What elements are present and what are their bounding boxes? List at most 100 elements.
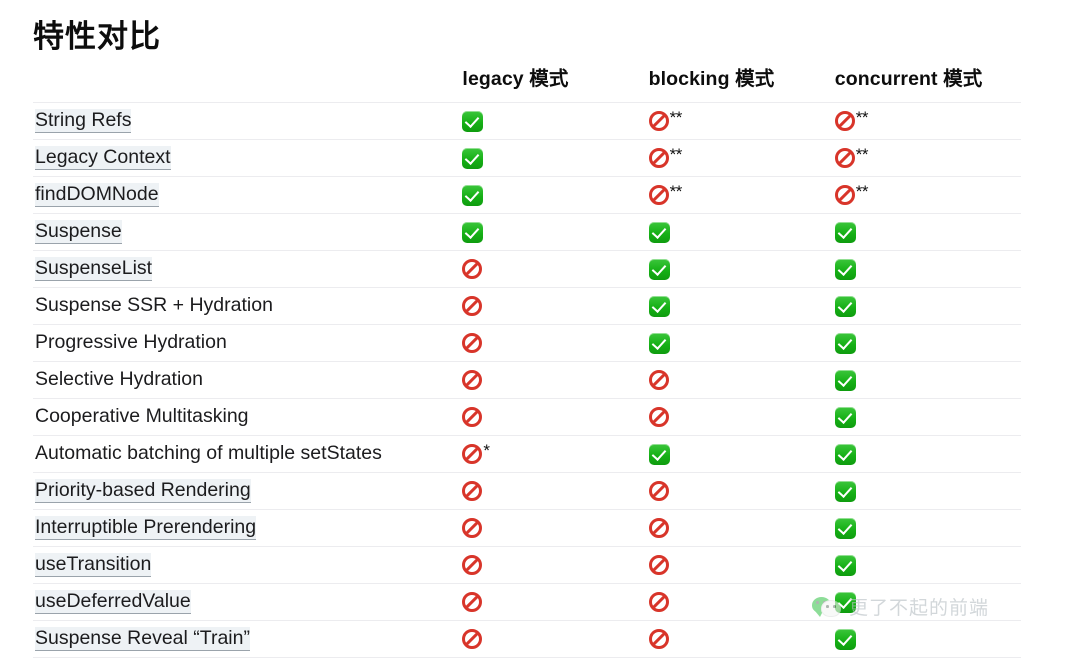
prohibited-icon	[648, 629, 669, 650]
status-cell-blocking	[648, 362, 835, 399]
status-cell-legacy	[462, 325, 648, 362]
status-cell-blocking	[648, 547, 835, 584]
prohibited-icon	[462, 592, 483, 613]
prohibited-icon	[648, 592, 669, 613]
feature-name-cell: String Refs	[33, 103, 462, 140]
status-cell-legacy	[462, 584, 648, 621]
prohibited-icon	[462, 629, 483, 650]
green-check-icon	[834, 369, 856, 391]
feature-name-cell: findDOMNode	[33, 177, 462, 214]
feature-name-cell: SuspenseList	[33, 251, 462, 288]
table-row: Suspense	[33, 213, 1021, 251]
table-row: Suspense SSR + Hydration	[33, 287, 1021, 325]
status-cell-blocking	[648, 584, 835, 621]
green-check-icon	[648, 295, 670, 317]
prohibited-icon	[648, 111, 669, 132]
feature-link[interactable]: SuspenseList	[35, 257, 153, 282]
green-check-icon	[462, 184, 484, 206]
status-cell-concurrent	[834, 584, 1021, 621]
status-cell-blocking: **	[648, 103, 835, 140]
green-check-icon	[834, 406, 856, 428]
status-cell-legacy	[462, 140, 648, 177]
footnote-marker: **	[855, 182, 869, 202]
feature-label: Suspense SSR + Hydration	[35, 294, 273, 317]
prohibited-icon	[834, 185, 855, 206]
feature-link[interactable]: Suspense	[35, 220, 122, 245]
prohibited-icon	[834, 111, 855, 132]
table-row: Legacy Context ** **	[33, 139, 1021, 177]
table-row: Selective Hydration	[33, 361, 1021, 399]
footnote-marker: **	[855, 108, 869, 128]
status-cell-concurrent	[834, 547, 1021, 584]
status-cell-blocking	[648, 251, 835, 288]
feature-link[interactable]: findDOMNode	[35, 183, 159, 208]
feature-name-cell: useTransition	[33, 547, 462, 584]
status-cell-legacy: *	[462, 436, 648, 473]
prohibited-icon	[462, 370, 483, 391]
prohibited-icon	[462, 444, 483, 465]
table-row: Interruptible Prerendering	[33, 509, 1021, 547]
prohibited-icon	[462, 296, 483, 317]
status-cell-blocking	[648, 399, 835, 436]
prohibited-icon	[462, 518, 483, 539]
green-check-icon	[648, 332, 670, 354]
prohibited-icon	[648, 148, 669, 169]
footnote-marker: *	[483, 441, 490, 461]
status-cell-concurrent	[834, 362, 1021, 399]
status-cell-legacy	[462, 621, 648, 658]
status-cell-legacy	[462, 251, 648, 288]
status-cell-concurrent	[834, 436, 1021, 473]
prohibited-icon	[462, 333, 483, 354]
feature-link[interactable]: Interruptible Prerendering	[35, 516, 257, 541]
status-cell-blocking	[648, 288, 835, 325]
feature-link[interactable]: useTransition	[35, 553, 152, 578]
green-check-icon	[834, 480, 856, 502]
green-check-icon	[834, 295, 856, 317]
table-row: String Refs ** **	[33, 102, 1021, 140]
status-cell-concurrent	[834, 251, 1021, 288]
status-cell-concurrent	[834, 325, 1021, 362]
feature-link[interactable]: useDeferredValue	[35, 590, 191, 615]
green-check-icon	[462, 147, 484, 169]
status-cell-concurrent	[834, 621, 1021, 658]
feature-name-cell: Progressive Hydration	[33, 325, 462, 362]
feature-comparison-table: legacy 模式 blocking 模式 concurrent 模式 Stri…	[33, 62, 1021, 658]
column-header-concurrent: concurrent 模式	[834, 68, 983, 90]
status-cell-legacy	[462, 473, 648, 510]
feature-name-cell: Interruptible Prerendering	[33, 510, 462, 547]
page-title: 特性对比	[33, 19, 161, 54]
feature-name-cell: Selective Hydration	[33, 362, 462, 399]
column-header-blocking: blocking 模式	[648, 68, 775, 90]
feature-link[interactable]: Suspense Reveal “Train”	[35, 627, 250, 652]
green-check-icon	[462, 110, 484, 132]
feature-name-cell: useDeferredValue	[33, 584, 462, 621]
status-cell-blocking: **	[648, 177, 835, 214]
status-cell-concurrent	[834, 399, 1021, 436]
green-check-icon	[648, 221, 670, 243]
feature-name-cell: Suspense Reveal “Train”	[33, 621, 462, 658]
table-row: Progressive Hydration	[33, 324, 1021, 362]
green-check-icon	[834, 628, 856, 650]
feature-name-cell: Priority-based Rendering	[33, 473, 462, 510]
status-cell-blocking: **	[648, 140, 835, 177]
table-row: findDOMNode ** **	[33, 176, 1021, 214]
feature-name-cell: Suspense SSR + Hydration	[33, 288, 462, 325]
feature-link[interactable]: Priority-based Rendering	[35, 479, 251, 504]
status-cell-blocking	[648, 436, 835, 473]
status-cell-blocking	[648, 214, 835, 251]
prohibited-icon	[834, 148, 855, 169]
feature-link[interactable]: String Refs	[35, 109, 132, 134]
feature-label: Progressive Hydration	[35, 331, 227, 354]
table-row: useTransition	[33, 546, 1021, 584]
status-cell-blocking	[648, 325, 835, 362]
footnote-marker: **	[855, 145, 869, 165]
status-cell-concurrent	[834, 510, 1021, 547]
table-row: Cooperative Multitasking	[33, 398, 1021, 436]
column-header-feature	[33, 62, 462, 103]
green-check-icon	[462, 221, 484, 243]
feature-link[interactable]: Legacy Context	[35, 146, 171, 171]
footnote-marker: **	[669, 182, 683, 202]
green-check-icon	[834, 591, 856, 613]
prohibited-icon	[648, 185, 669, 206]
status-cell-concurrent	[834, 288, 1021, 325]
